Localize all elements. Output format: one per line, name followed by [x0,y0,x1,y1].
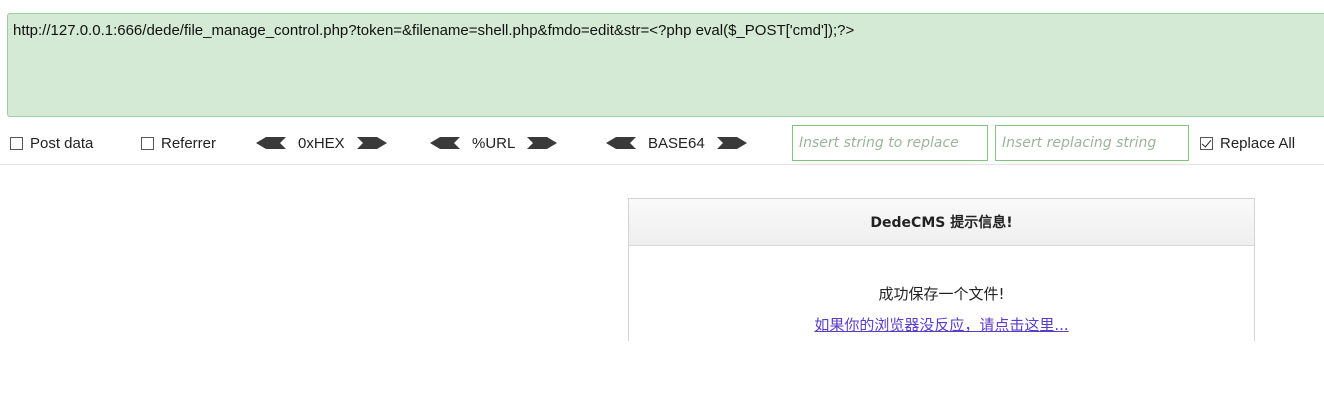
post-data-checkbox[interactable] [10,136,23,150]
encode-hex-arrow-icon[interactable] [356,137,387,149]
message-text: 成功保存一个文件! [878,285,1005,303]
toolbar: Post data Referrer 0xHEX %URL BASE64 Ins… [0,122,1324,165]
encode-url-arrow-icon[interactable] [527,137,558,149]
base64-label: BASE64 [648,134,705,152]
message-box: DedeCMS 提示信息! 成功保存一个文件! 如果你的浏览器没反应，请点击这里… [628,198,1255,341]
url-input[interactable]: http://127.0.0.1:666/dede/file_manage_co… [7,13,1324,117]
referrer-checkbox[interactable] [141,136,154,150]
replace-with-input[interactable]: Insert replacing string [995,125,1189,161]
post-data-label: Post data [30,134,94,152]
redirect-link[interactable]: 如果你的浏览器没反应，请点击这里... [629,314,1254,335]
decode-hex-arrow-icon[interactable] [256,137,286,149]
replace-all-checkbox[interactable] [1200,136,1213,150]
encode-base64-arrow-icon[interactable] [716,137,747,149]
base64-encoder: BASE64 [606,122,747,164]
replace-all-toggle[interactable]: Replace All [1200,122,1295,164]
decode-base64-arrow-icon[interactable] [606,137,636,149]
message-title: DedeCMS 提示信息! [629,199,1254,246]
replace-all-label: Replace All [1220,134,1296,152]
url-label: %URL [472,134,516,152]
referrer-label: Referrer [161,134,217,152]
hex-label: 0xHEX [298,134,345,152]
referrer-toggle[interactable]: Referrer [141,122,216,164]
decode-url-arrow-icon[interactable] [430,137,460,149]
post-data-toggle[interactable]: Post data [10,122,93,164]
hex-encoder: 0xHEX [256,122,387,164]
url-encoder: %URL [430,122,558,164]
replace-find-input[interactable]: Insert string to replace [792,125,988,161]
